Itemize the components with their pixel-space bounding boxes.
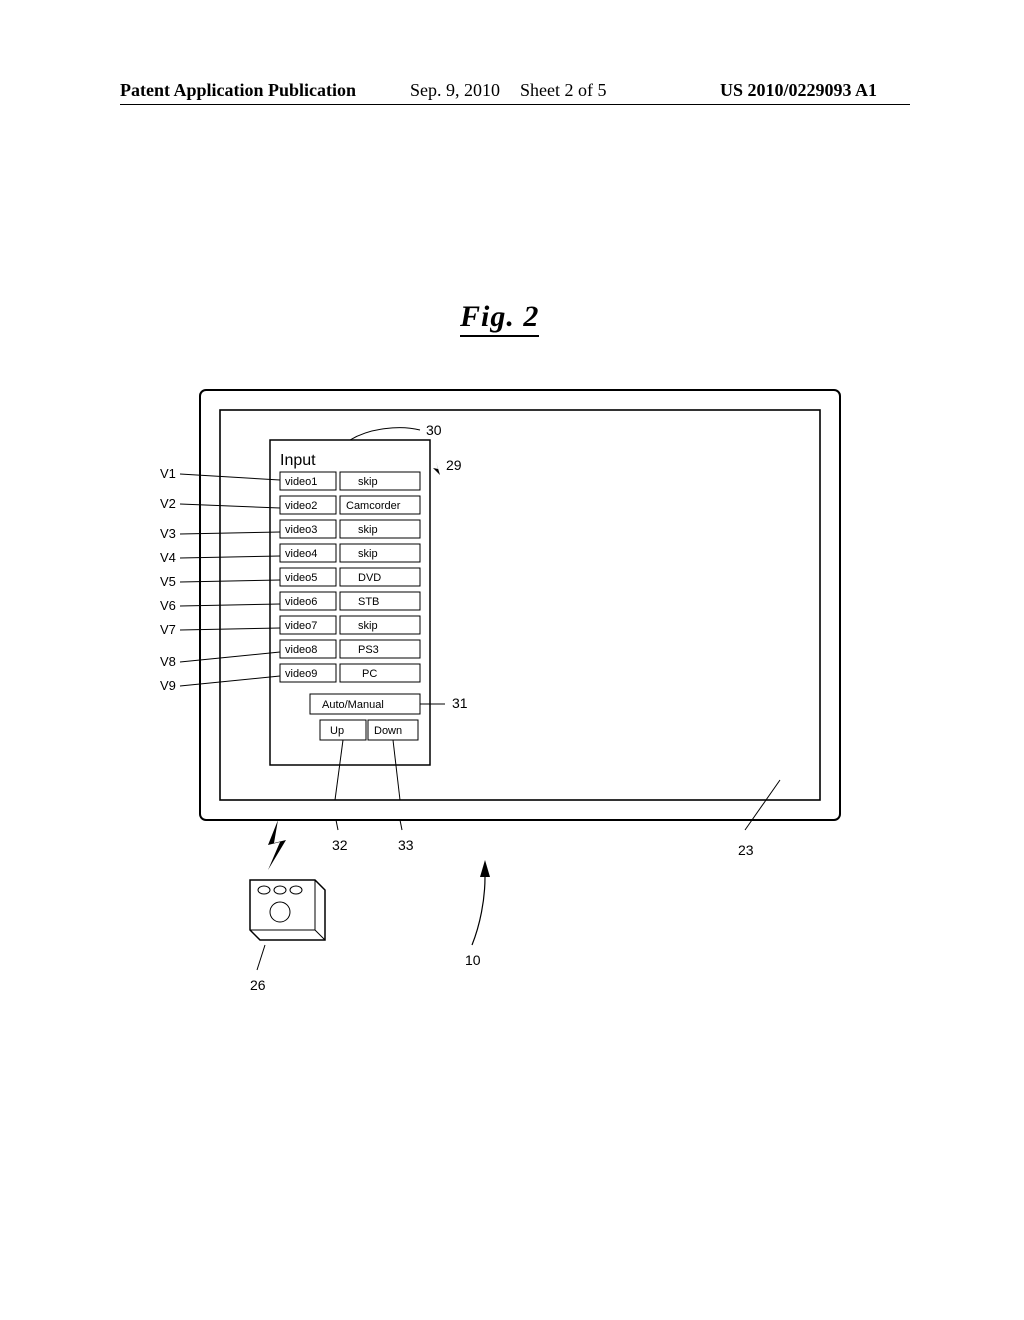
row-name: video3 [285, 524, 317, 536]
leader-row [180, 628, 280, 630]
row-label: V2 [160, 496, 176, 511]
row-label: V9 [160, 678, 176, 693]
up-label: Up [330, 725, 344, 737]
row-label: V7 [160, 622, 176, 637]
leader-row [180, 580, 280, 582]
callout-30: 30 [426, 422, 442, 438]
row-label: V1 [160, 466, 176, 481]
row-value: PS3 [358, 644, 379, 656]
publication-label: Patent Application Publication [120, 80, 356, 101]
row-name: video1 [285, 476, 317, 488]
row-name: video2 [285, 500, 317, 512]
row-name: video6 [285, 596, 317, 608]
row-name: video5 [285, 572, 317, 584]
row-label: V5 [160, 574, 176, 589]
publication-date: Sep. 9, 2010 [410, 80, 500, 101]
leader-30 [350, 428, 420, 440]
row-value-box [340, 592, 420, 610]
leader-row [180, 676, 280, 686]
row-value: skip [358, 548, 378, 560]
row-value-box [340, 544, 420, 562]
row-name: video9 [285, 668, 317, 680]
row-value: skip [358, 524, 378, 536]
leader-33b [400, 820, 402, 830]
figure-title: Fig. 2 [460, 300, 539, 334]
row-label: V4 [160, 550, 176, 565]
arrowhead-29-icon [433, 462, 440, 475]
callout-31: 31 [452, 695, 468, 711]
row-value-box [340, 640, 420, 658]
leader-10 [472, 877, 485, 945]
leader-row [180, 604, 280, 606]
leader-26 [257, 945, 265, 970]
callout-32: 32 [332, 837, 348, 853]
leader-row [180, 474, 280, 480]
figure-svg: Input 30 29 V1 video1 skip V2 video2 Cam… [140, 380, 890, 1000]
row-label: V3 [160, 526, 176, 541]
header-rule [120, 104, 910, 105]
callout-33: 33 [398, 837, 414, 853]
row-value-box [340, 664, 420, 682]
callout-29: 29 [446, 457, 462, 473]
sheet-info: Sheet 2 of 5 [520, 80, 606, 101]
row-value: Camcorder [346, 500, 401, 512]
row-value-box [340, 520, 420, 538]
row-name: video7 [285, 620, 317, 632]
remote-control-icon [250, 880, 325, 940]
row-value: skip [358, 476, 378, 488]
row-value-box [340, 616, 420, 634]
row-name: video8 [285, 644, 317, 656]
leader-row [180, 652, 280, 662]
figure-2: Input 30 29 V1 video1 skip V2 video2 Cam… [140, 380, 890, 1000]
callout-10: 10 [465, 952, 481, 968]
callout-26: 26 [250, 977, 266, 993]
leader-32b [336, 820, 338, 830]
publication-number: US 2010/0229093 A1 [720, 80, 877, 101]
row-value: skip [358, 620, 378, 632]
menu-header: Input [280, 452, 316, 469]
row-label: V6 [160, 598, 176, 613]
leader-row [180, 556, 280, 558]
leader-row [180, 504, 280, 508]
arrow-10-icon [480, 860, 490, 877]
leader-row [180, 532, 280, 534]
row-label: V8 [160, 654, 176, 669]
signal-bolt-icon [268, 820, 286, 870]
leader-23 [745, 780, 780, 830]
callout-23: 23 [738, 842, 754, 858]
row-value: PC [362, 668, 377, 680]
row-value: STB [358, 596, 379, 608]
row-name: video4 [285, 548, 317, 560]
row-value: DVD [358, 572, 381, 584]
auto-manual-label: Auto/Manual [322, 699, 384, 711]
down-label: Down [374, 725, 402, 737]
row-value-box [340, 472, 420, 490]
